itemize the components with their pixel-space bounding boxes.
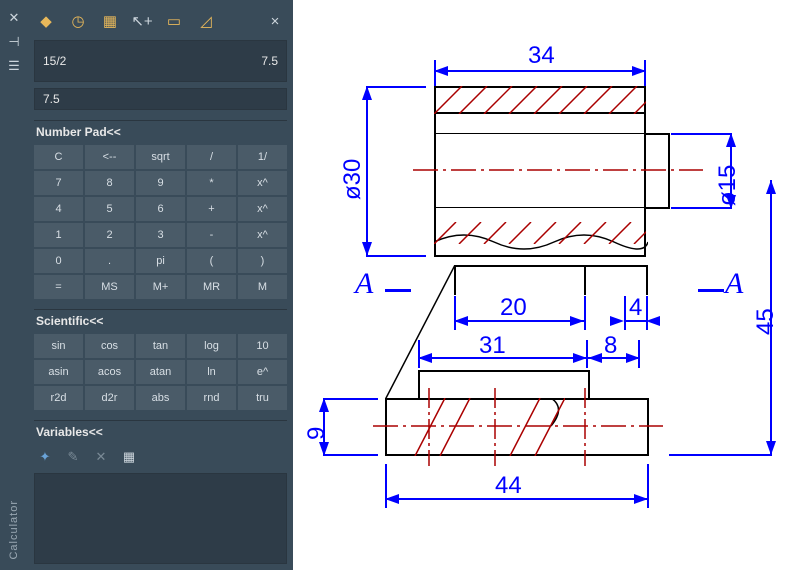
key-[interactable]: = bbox=[34, 275, 83, 299]
history-expression: 15/2 bbox=[43, 54, 66, 68]
cad-drawing: 34 ø30 ø15 A A bbox=[293, 0, 798, 570]
key-atan[interactable]: atan bbox=[136, 360, 185, 384]
key-[interactable]: * bbox=[187, 171, 236, 195]
dim-31: 31 bbox=[479, 332, 506, 360]
angle-icon[interactable]: ◿ bbox=[194, 10, 218, 32]
key-m[interactable]: M+ bbox=[136, 275, 185, 299]
calc-input[interactable] bbox=[34, 88, 287, 110]
numberpad-header[interactable]: Number Pad<< bbox=[34, 120, 287, 145]
key-3[interactable]: 3 bbox=[136, 223, 185, 247]
key-r2d[interactable]: r2d bbox=[34, 386, 83, 410]
key-4[interactable]: 4 bbox=[34, 197, 83, 221]
scientific-header[interactable]: Scientific<< bbox=[34, 309, 287, 334]
dim-20: 20 bbox=[500, 294, 527, 322]
key-[interactable]: <-- bbox=[85, 145, 134, 169]
key-acos[interactable]: acos bbox=[85, 360, 134, 384]
dim-phi30: ø30 bbox=[339, 159, 367, 200]
var-calc-icon[interactable]: ▦ bbox=[118, 447, 140, 467]
key-1[interactable]: 1/ bbox=[238, 145, 287, 169]
history-result: 7.5 bbox=[261, 54, 278, 68]
menu-icon[interactable]: ☰ bbox=[8, 58, 20, 74]
key-[interactable]: . bbox=[85, 249, 134, 273]
key-2[interactable]: 2 bbox=[85, 223, 134, 247]
calc-toolbar: ◆ ◷ ▦ ↖+ ▭ ◿ × bbox=[34, 6, 287, 40]
key-cos[interactable]: cos bbox=[85, 334, 134, 358]
key-abs[interactable]: abs bbox=[136, 386, 185, 410]
key-pi[interactable]: pi bbox=[136, 249, 185, 273]
dim-9: 9 bbox=[303, 427, 331, 440]
key-ms[interactable]: MS bbox=[85, 275, 134, 299]
key-x[interactable]: x^ bbox=[238, 171, 287, 195]
key-d2r[interactable]: d2r bbox=[85, 386, 134, 410]
key-6[interactable]: 6 bbox=[136, 197, 185, 221]
key-sin[interactable]: sin bbox=[34, 334, 83, 358]
scientific-pad: sincostanlog10 asinacosatanlne^ r2dd2rabsr… bbox=[34, 334, 287, 410]
var-edit-icon[interactable]: ✎ bbox=[62, 447, 84, 467]
key-x[interactable]: x^ bbox=[238, 197, 287, 221]
key-[interactable]: ( bbox=[187, 249, 236, 273]
number-pad: C<--sqrt/1/789*x^456+x^123-x^0.pi()=MSM+… bbox=[34, 145, 287, 299]
var-add-icon[interactable]: ✦ bbox=[34, 447, 56, 467]
key-[interactable]: + bbox=[187, 197, 236, 221]
key-[interactable]: ) bbox=[238, 249, 287, 273]
dim-4: 4 bbox=[629, 294, 642, 322]
key-mr[interactable]: MR bbox=[187, 275, 236, 299]
variables-toolbar: ✦ ✎ ✕ ▦ bbox=[34, 445, 287, 473]
variables-header[interactable]: Variables<< bbox=[34, 420, 287, 445]
key-0[interactable]: 0 bbox=[34, 249, 83, 273]
history-icon[interactable]: ◷ bbox=[66, 10, 90, 32]
key-tru[interactable]: tru bbox=[238, 386, 287, 410]
pointer-icon[interactable]: ↖+ bbox=[130, 10, 154, 32]
section-a-right: A bbox=[725, 267, 743, 301]
key-x[interactable]: x^ bbox=[238, 223, 287, 247]
key-5[interactable]: 5 bbox=[85, 197, 134, 221]
calculator-main: ◆ ◷ ▦ ↖+ ▭ ◿ × 15/2 7.5 Number Pad<< C<-… bbox=[28, 0, 293, 570]
key-sqrt[interactable]: sqrt bbox=[136, 145, 185, 169]
key-8[interactable]: 8 bbox=[85, 171, 134, 195]
key-c[interactable]: C bbox=[34, 145, 83, 169]
key-10[interactable]: 10 bbox=[238, 334, 287, 358]
calculator-panel: ✕ ⊣ ☰ Calculator ◆ ◷ ▦ ↖+ ▭ ◿ × 15/2 7.5… bbox=[0, 0, 293, 570]
close-button[interactable]: × bbox=[263, 10, 287, 32]
var-delete-icon[interactable]: ✕ bbox=[90, 447, 112, 467]
dim-34: 34 bbox=[528, 42, 555, 70]
key-m[interactable]: M bbox=[238, 275, 287, 299]
ruler-icon[interactable]: ▭ bbox=[162, 10, 186, 32]
dim-8: 8 bbox=[604, 332, 617, 360]
paste-icon[interactable]: ▦ bbox=[98, 10, 122, 32]
dim-45: 45 bbox=[752, 308, 780, 335]
panel-title: Calculator bbox=[8, 500, 20, 560]
key-log[interactable]: log bbox=[187, 334, 236, 358]
close-icon[interactable]: ✕ bbox=[9, 10, 20, 26]
key-7[interactable]: 7 bbox=[34, 171, 83, 195]
key-rnd[interactable]: rnd bbox=[187, 386, 236, 410]
key-ln[interactable]: ln bbox=[187, 360, 236, 384]
pin-icon[interactable]: ⊣ bbox=[8, 34, 19, 50]
key-tan[interactable]: tan bbox=[136, 334, 185, 358]
dim-phi15: ø15 bbox=[714, 165, 742, 206]
dim-44: 44 bbox=[495, 472, 522, 500]
title-strip: ✕ ⊣ ☰ Calculator bbox=[0, 0, 28, 570]
key-9[interactable]: 9 bbox=[136, 171, 185, 195]
variables-area bbox=[34, 473, 287, 564]
key-1[interactable]: 1 bbox=[34, 223, 83, 247]
key-[interactable]: - bbox=[187, 223, 236, 247]
section-a-left: A bbox=[355, 267, 373, 301]
key-[interactable]: / bbox=[187, 145, 236, 169]
history-area: 15/2 7.5 bbox=[34, 40, 287, 82]
key-e[interactable]: e^ bbox=[238, 360, 287, 384]
key-asin[interactable]: asin bbox=[34, 360, 83, 384]
eraser-icon[interactable]: ◆ bbox=[34, 10, 58, 32]
